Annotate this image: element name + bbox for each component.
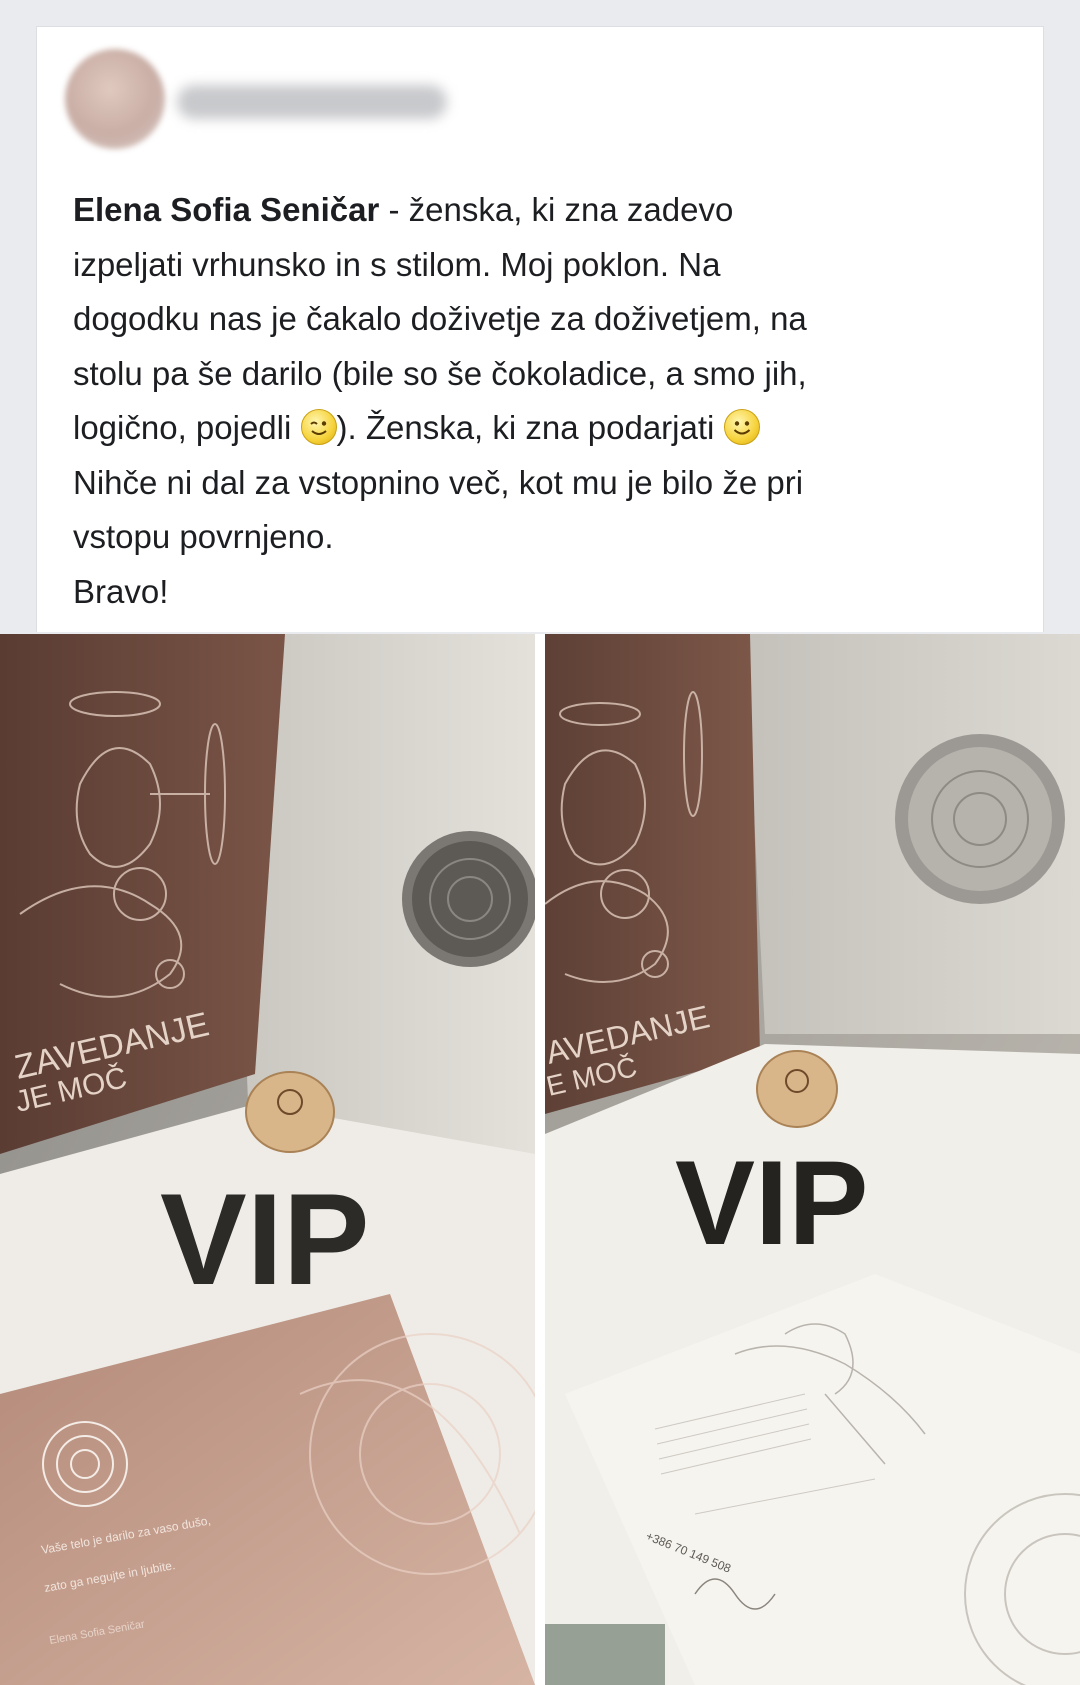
post-line-7: vstopu povrnjeno.: [73, 518, 334, 555]
post-line-8: Bravo!: [73, 572, 169, 610]
post-line-6: Nihče ni dal za vstopnino več, kot mu je…: [73, 463, 804, 501]
author-avatar[interactable]: [65, 49, 165, 149]
vip-card-text: VIP: [675, 1136, 868, 1270]
tagged-name[interactable]: Elena Sofia Seničar: [73, 191, 379, 228]
post-card: Elena Sofia Seničar - ženska, ki zna zad…: [36, 26, 1044, 632]
post-text: Elena Sofia Seničar - ženska, ki zna zad…: [73, 183, 1013, 619]
wink-emoji-icon: [300, 409, 337, 445]
post-line-5: logično, pojedli ). Ženska, ki zna podar…: [73, 401, 1013, 456]
post-line-3: dogodku nas je čakalo doživetje za doživ…: [73, 300, 807, 337]
photo-left-scene: ZAVEDANJE JE MOČ VIP Vaše telo je darilo…: [0, 634, 535, 1685]
post-photo-right[interactable]: AVEDANJE E MOČ VIP +386 70 149 508: [545, 634, 1080, 1685]
post-line-4: stolu pa še darilo (bile so še čokoladic…: [73, 354, 807, 392]
photo-right-scene: AVEDANJE E MOČ VIP +386 70 149 508: [545, 634, 1080, 1685]
smile-emoji-icon: [723, 409, 760, 445]
photo-divider: [535, 634, 545, 1685]
vip-card-text: VIP: [160, 1166, 370, 1312]
post-line-2: izpeljati vrhunsko in s stilom. Moj pokl…: [73, 245, 721, 283]
author-name-redacted[interactable]: [177, 85, 447, 119]
post-photo-left[interactable]: ZAVEDANJE JE MOČ VIP Vaše telo je darilo…: [0, 634, 535, 1685]
post-line-1: Elena Sofia Seničar - ženska, ki zna zad…: [73, 191, 734, 228]
wooden-token-icon: [245, 1071, 335, 1153]
wooden-token-icon: [756, 1050, 838, 1128]
